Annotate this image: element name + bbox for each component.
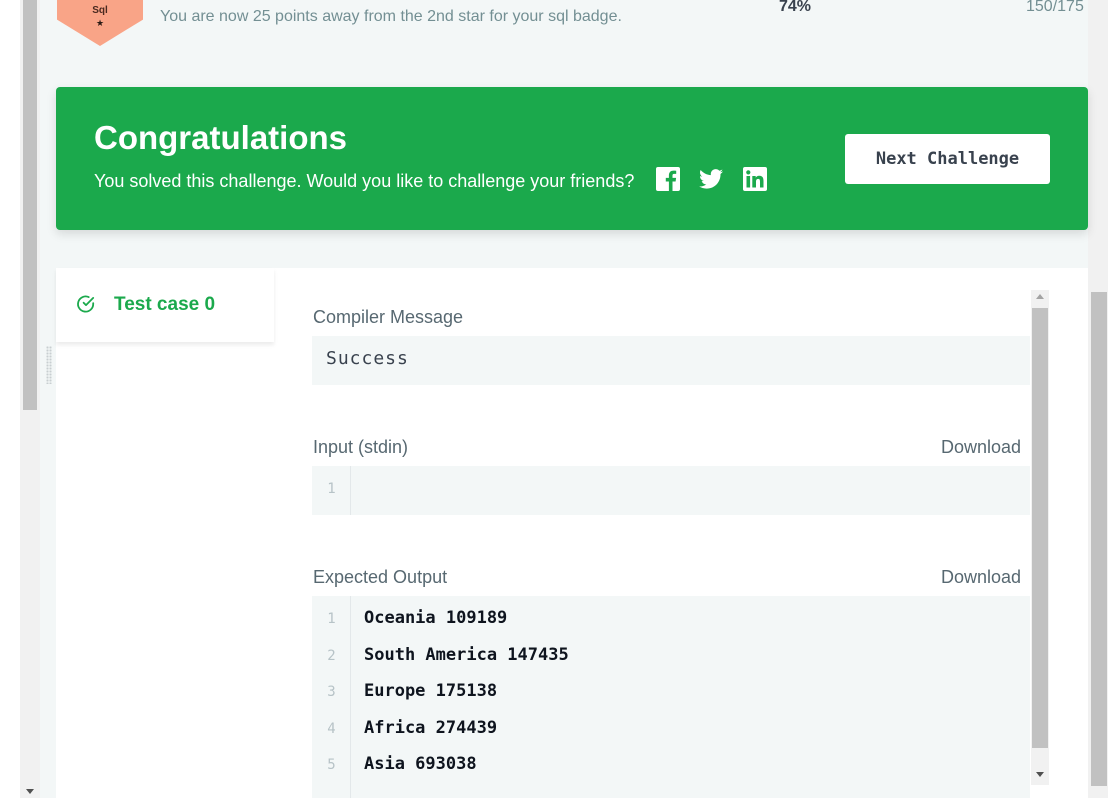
compiler-message-box: Success: [312, 336, 1030, 385]
next-challenge-button[interactable]: Next Challenge: [845, 134, 1050, 184]
scroll-down-arrow-icon[interactable]: [26, 789, 34, 794]
badge-progress-message: You are now 25 points away from the 2nd …: [160, 8, 622, 25]
page-scrollbar-left-thumb[interactable]: [23, 0, 37, 410]
compiler-message-label: Compiler Message: [313, 307, 464, 327]
badge-progress-points: 150/175: [1026, 0, 1084, 15]
expected-output-label: Expected Output: [313, 567, 448, 587]
code-line: 3 Europe 175138: [312, 675, 1030, 711]
results-scrollbar-thumb[interactable]: [1032, 308, 1048, 748]
twitter-icon[interactable]: [699, 167, 723, 191]
line-number: 3: [327, 684, 336, 700]
compiler-message-text: Success: [326, 348, 409, 369]
input-download-link[interactable]: Download: [941, 437, 1021, 458]
input-label: Input (stdin): [313, 437, 409, 457]
line-number: 4: [327, 721, 336, 737]
congratulations-title: Congratulations: [94, 119, 347, 156]
check-circle-icon: [76, 294, 96, 319]
badge-progress-percent: 74%: [779, 0, 812, 15]
line-text: Asia 693038: [364, 754, 477, 774]
page-scrollbar-right-thumb[interactable]: [1091, 292, 1107, 786]
drag-handle-icon[interactable]: [46, 346, 52, 384]
line-number: 5: [327, 757, 336, 773]
scroll-up-arrow-icon[interactable]: [1036, 294, 1044, 299]
expected-output-download-link[interactable]: Download: [941, 567, 1021, 588]
code-line: 1: [312, 472, 1030, 508]
line-number: 1: [327, 611, 336, 627]
expected-output-box: 1 Oceania 109189 2 South America 147435 …: [312, 596, 1030, 798]
badge-star-icon: ★: [95, 18, 105, 28]
facebook-icon[interactable]: [656, 167, 680, 191]
line-number: 2: [327, 648, 336, 664]
line-text: Europe 175138: [364, 681, 498, 701]
code-line: 4 Africa 274439: [312, 712, 1030, 748]
line-number: 1: [327, 481, 336, 497]
tab-test-case-0[interactable]: Test case 0: [56, 268, 274, 342]
line-text: Oceania 109189: [364, 608, 508, 628]
congratulations-text: You solved this challenge. Would you lik…: [94, 171, 635, 191]
code-line: 1 Oceania 109189: [312, 602, 1030, 638]
line-text: Africa 274439: [364, 718, 498, 738]
test-case-label: Test case 0: [114, 294, 216, 315]
badge-name: Sql: [92, 5, 108, 16]
code-line: 5 Asia 693038: [312, 748, 1030, 784]
line-text: South America 147435: [364, 645, 569, 665]
congratulations-banner: Congratulations You solved this challeng…: [56, 87, 1088, 230]
scroll-down-arrow-icon[interactable]: [1036, 772, 1044, 777]
linkedin-icon[interactable]: [743, 167, 767, 191]
code-line: 2 South America 147435: [312, 639, 1030, 675]
input-box: 1: [312, 466, 1030, 515]
